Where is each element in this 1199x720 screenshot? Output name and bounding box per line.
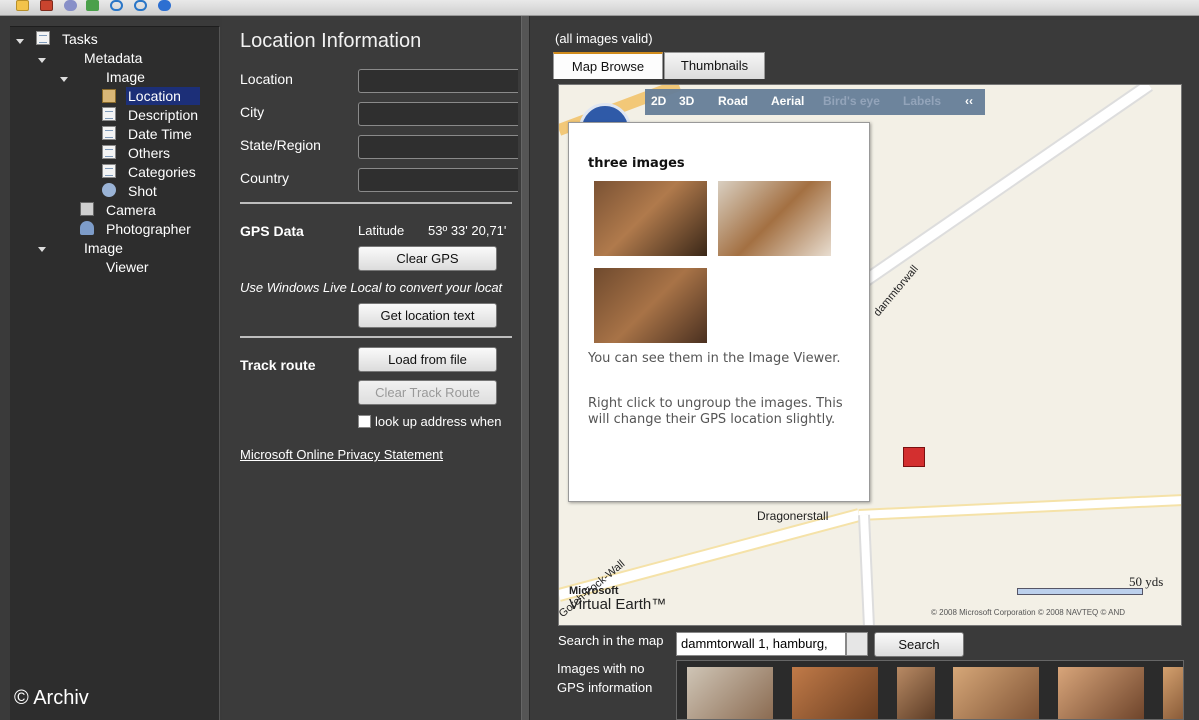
mode-road[interactable]: Road [718, 94, 748, 108]
copyright-text: © 2008 Microsoft Corporation © 2008 NAVT… [931, 608, 1126, 617]
lookup-label: look up address when [375, 414, 502, 429]
country-label: Country [240, 170, 290, 186]
get-location-text-button[interactable]: Get location text [358, 303, 497, 328]
collapse-icon[interactable]: ‹‹ [965, 94, 973, 108]
map-mode-bar: 2D 3D Road Aerial Bird's eye Labels ‹‹ [645, 89, 985, 115]
tree-item-shot[interactable]: Shot [128, 182, 157, 200]
no-gps-thumbnail[interactable] [953, 667, 1039, 719]
mode-labels[interactable]: Labels [903, 94, 941, 108]
gps-label: GPS Data [240, 223, 304, 239]
camera-icon [80, 202, 94, 216]
tree-item-image[interactable]: Image [106, 68, 145, 86]
task-tree: Tasks Metadata Image Location Descriptio… [10, 26, 220, 720]
country-input[interactable] [358, 168, 518, 192]
help-icon[interactable] [158, 0, 171, 11]
palette-icon[interactable] [64, 0, 77, 11]
popup-text-1: You can see them in the Image Viewer. [588, 351, 841, 366]
lookup-checkbox[interactable] [358, 415, 371, 428]
latitude-value: 53º 33' 20,71' [428, 223, 507, 238]
mode-3d[interactable]: 3D [679, 94, 694, 108]
no-gps-thumbnail[interactable] [897, 667, 935, 719]
no-gps-thumbnail[interactable] [687, 667, 773, 719]
photographer-icon [80, 221, 94, 235]
status-text: (all images valid) [555, 31, 653, 46]
search-dropdown-icon[interactable] [846, 632, 868, 656]
tree-item-metadata[interactable]: Metadata [84, 49, 142, 67]
popup-title: three images [588, 156, 685, 171]
no-gps-thumbnail[interactable] [1058, 667, 1144, 719]
image-group-popup: three images You can see them in the Ima… [568, 122, 870, 502]
tree-item-image-2[interactable]: Image [84, 239, 123, 257]
convert-hint: Use Windows Live Local to convert your l… [240, 280, 503, 295]
privacy-link[interactable]: Microsoft Online Privacy Statement [240, 447, 443, 462]
no-gps-thumbnail[interactable] [1163, 667, 1183, 719]
description-icon [102, 107, 116, 121]
watermark: © Archiv [14, 687, 89, 709]
page-title: Location Information [240, 30, 422, 52]
tree-item-camera[interactable]: Camera [106, 201, 156, 219]
mode-aerial[interactable]: Aerial [771, 94, 804, 108]
state-input[interactable] [358, 135, 518, 159]
tree-item-viewer[interactable]: Viewer [106, 258, 149, 276]
location-input[interactable] [358, 69, 518, 93]
tab-map-browse[interactable]: Map Browse [553, 52, 663, 79]
tree-item-others[interactable]: Others [128, 144, 170, 162]
popup-thumbnail[interactable] [594, 268, 707, 343]
categories-icon [102, 164, 116, 178]
plugin-icon[interactable] [86, 0, 99, 11]
tree-item-categories[interactable]: Categories [128, 163, 196, 181]
location-icon [102, 89, 116, 103]
close-icon[interactable] [40, 0, 53, 11]
clear-track-route-button[interactable]: Clear Track Route [358, 380, 497, 405]
no-gps-label-2: GPS information [557, 680, 653, 695]
clear-gps-button[interactable]: Clear GPS [358, 246, 497, 271]
track-route-label: Track route [240, 357, 316, 373]
divider [240, 336, 512, 338]
folder-icon[interactable] [16, 0, 29, 11]
search-button[interactable]: Search [874, 632, 964, 657]
tree-item-description[interactable]: Description [128, 106, 198, 124]
no-gps-thumbnail-strip [676, 660, 1184, 720]
toolbar [0, 0, 1199, 16]
search-input[interactable]: dammtorwall 1, hamburg, [676, 632, 846, 656]
no-gps-thumbnail[interactable] [792, 667, 878, 719]
expand-arrow-icon[interactable] [16, 39, 24, 44]
street-label-dragonerstall: Dragonerstall [757, 509, 829, 523]
load-from-file-button[interactable]: Load from file [358, 347, 497, 372]
expand-arrow-icon[interactable] [38, 247, 46, 252]
shot-icon [102, 183, 116, 197]
state-label: State/Region [240, 137, 321, 153]
tree-item-date-time[interactable]: Date Time [128, 125, 192, 143]
mode-2d[interactable]: 2D [651, 94, 666, 108]
no-gps-label-1: Images with no [557, 661, 645, 676]
city-input[interactable] [358, 102, 518, 126]
location-form: Location Information Location City State… [222, 16, 520, 720]
tree-item-tasks[interactable]: Tasks [62, 30, 98, 48]
expand-arrow-icon[interactable] [60, 77, 68, 82]
tasks-icon [36, 31, 50, 45]
latitude-label: Latitude [358, 223, 405, 238]
divider [240, 202, 512, 204]
location-label: Location [240, 71, 293, 87]
city-label: City [240, 104, 265, 120]
map-pin-icon[interactable] [903, 447, 925, 467]
redo-icon[interactable] [134, 0, 147, 11]
calendar-icon [102, 126, 116, 140]
popup-text-2: Right click to ungroup the images. This … [588, 396, 843, 427]
tab-thumbnails[interactable]: Thumbnails [664, 52, 765, 79]
others-icon [102, 145, 116, 159]
tree-item-location[interactable]: Location [126, 87, 200, 105]
expand-arrow-icon[interactable] [38, 58, 46, 63]
undo-icon[interactable] [110, 0, 123, 11]
search-label: Search in the map [558, 633, 664, 648]
mode-birds-eye[interactable]: Bird's eye [823, 94, 880, 108]
popup-thumbnail[interactable] [718, 181, 831, 256]
map-scale-bar [1017, 588, 1143, 595]
popup-thumbnail[interactable] [594, 181, 707, 256]
tree-item-photographer[interactable]: Photographer [106, 220, 191, 238]
panel-splitter[interactable] [521, 16, 530, 720]
logo-virtual-earth: Virtual Earth™ [569, 596, 667, 613]
